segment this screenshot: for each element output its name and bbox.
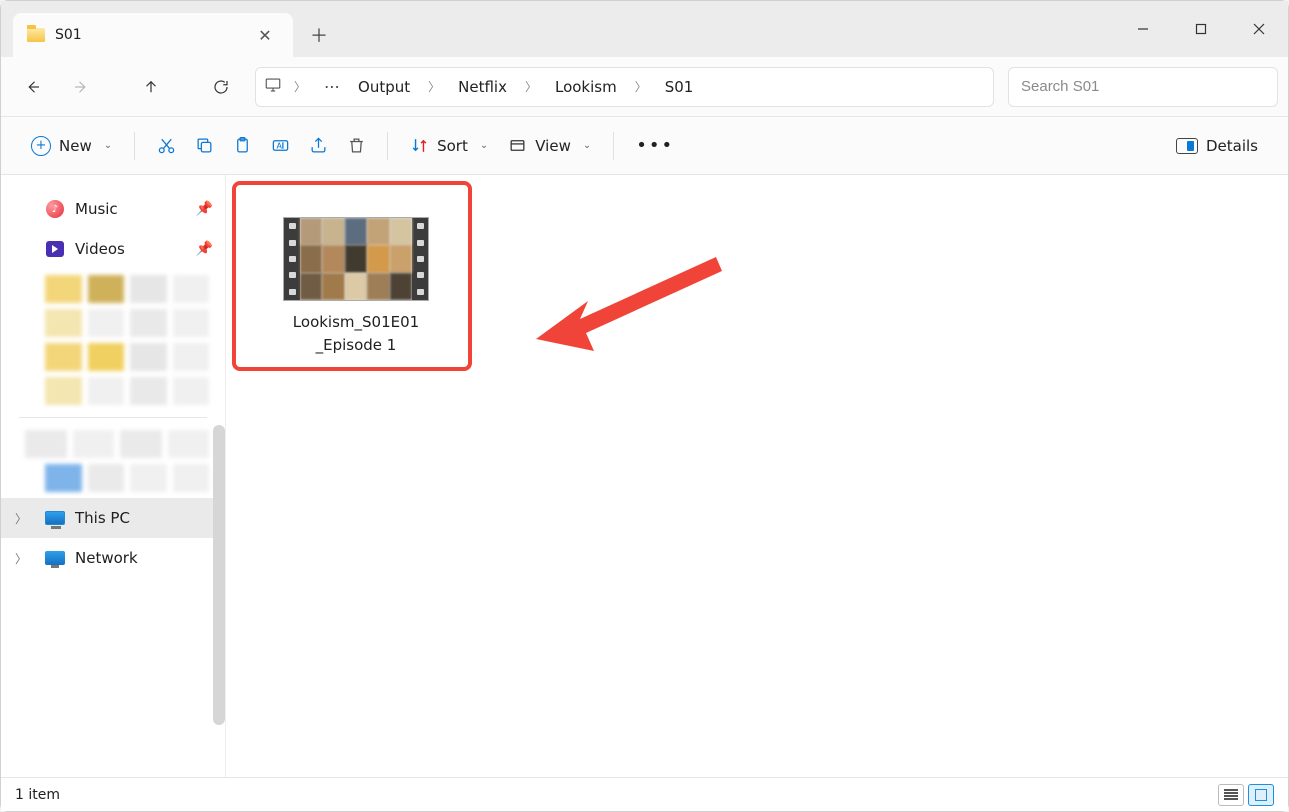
search-input[interactable] (1021, 78, 1265, 95)
redacted-item (45, 377, 209, 405)
new-button[interactable]: + New ⌄ (21, 130, 122, 162)
title-bar: S01 ✕ ＋ (1, 1, 1288, 57)
monitor-icon (264, 76, 282, 98)
tab-close-button[interactable]: ✕ (251, 26, 279, 45)
sort-button[interactable]: Sort ⌄ (400, 130, 498, 161)
videos-icon (45, 239, 65, 259)
chevron-down-icon: ⌄ (480, 140, 488, 151)
view-label: View (535, 137, 571, 155)
breadcrumb-overflow[interactable]: ⋯ (318, 77, 348, 96)
redacted-item (25, 430, 209, 458)
sidebar-item-videos[interactable]: Videos 📌 (1, 229, 225, 269)
chevron-down-icon: ⌄ (583, 140, 591, 151)
status-bar: 1 item (1, 777, 1288, 811)
nav-bar: 〉 ⋯ Output 〉 Netflix 〉 Lookism 〉 S01 (1, 57, 1288, 117)
svg-text:A: A (276, 142, 282, 151)
copy-button[interactable] (185, 136, 223, 155)
sidebar-network-label: Network (75, 549, 138, 567)
chevron-right-icon[interactable]: 〉 (15, 510, 27, 527)
breadcrumb-netflix[interactable]: Netflix (452, 78, 513, 96)
details-panel-icon (1176, 138, 1198, 154)
file-name: Lookism_S01E01 _Episode 1 (293, 311, 419, 356)
maximize-button[interactable] (1172, 1, 1230, 57)
redacted-item (45, 343, 209, 371)
command-bar: + New ⌄ A Sort ⌄ View ⌄ ••• Details (1, 117, 1288, 175)
view-button[interactable]: View ⌄ (498, 130, 601, 161)
sidebar-videos-label: Videos (75, 240, 125, 258)
refresh-button[interactable] (199, 67, 243, 107)
details-pane-button[interactable]: Details (1166, 131, 1268, 161)
plus-circle-icon: + (31, 136, 51, 156)
redacted-item (45, 309, 209, 337)
forward-button[interactable] (59, 67, 103, 107)
thumbnails-view-button[interactable] (1248, 784, 1274, 806)
delete-button[interactable] (337, 136, 375, 155)
new-label: New (59, 137, 92, 155)
rename-button[interactable]: A (261, 136, 299, 155)
filmstrip-icon (284, 218, 300, 300)
navigation-pane: Music 📌 Videos 📌 〉 This (1, 175, 226, 777)
item-count: 1 item (15, 787, 60, 803)
redacted-item (45, 275, 209, 303)
tab-current[interactable]: S01 ✕ (13, 13, 293, 57)
pc-icon (45, 508, 65, 528)
sidebar-item-music[interactable]: Music 📌 (1, 189, 225, 229)
new-tab-button[interactable]: ＋ (297, 13, 341, 57)
chevron-right-icon[interactable]: 〉 (627, 78, 655, 95)
annotation-arrow (536, 239, 736, 399)
pin-icon[interactable]: 📌 (196, 241, 213, 257)
chevron-right-icon[interactable]: 〉 (517, 78, 545, 95)
video-thumbnail (283, 217, 429, 301)
chevron-right-icon[interactable]: 〉 (286, 78, 314, 95)
chevron-down-icon: ⌄ (104, 140, 112, 151)
breadcrumb-output[interactable]: Output (352, 78, 416, 96)
share-button[interactable] (299, 136, 337, 155)
chevron-right-icon[interactable]: 〉 (15, 550, 27, 567)
up-button[interactable] (129, 67, 173, 107)
breadcrumb-lookism[interactable]: Lookism (549, 78, 623, 96)
sort-label: Sort (437, 137, 468, 155)
minimize-button[interactable] (1114, 1, 1172, 57)
file-list-area[interactable]: Lookism_S01E01 _Episode 1 (226, 175, 1288, 777)
more-button[interactable]: ••• (626, 129, 684, 162)
sidebar-item-network[interactable]: 〉 Network (1, 538, 225, 578)
redacted-item (45, 464, 209, 492)
view-switch (1218, 784, 1274, 806)
tab-title: S01 (55, 27, 241, 43)
paste-button[interactable] (223, 136, 261, 155)
sidebar-item-this-pc[interactable]: 〉 This PC (1, 498, 225, 538)
window-controls (1114, 1, 1288, 57)
file-item[interactable]: Lookism_S01E01 _Episode 1 (250, 205, 462, 372)
filmstrip-icon (412, 218, 428, 300)
address-bar[interactable]: 〉 ⋯ Output 〉 Netflix 〉 Lookism 〉 S01 (255, 67, 994, 107)
ellipsis-icon: ••• (636, 135, 674, 156)
details-label: Details (1206, 137, 1258, 155)
network-icon (45, 548, 65, 568)
chevron-right-icon[interactable]: 〉 (420, 78, 448, 95)
search-box[interactable] (1008, 67, 1278, 107)
cut-button[interactable] (147, 136, 185, 155)
main-body: Music 📌 Videos 📌 〉 This (1, 175, 1288, 777)
sidebar-thispc-label: This PC (75, 509, 130, 527)
sidebar-music-label: Music (75, 200, 118, 218)
folder-icon (27, 28, 45, 42)
close-window-button[interactable] (1230, 1, 1288, 57)
back-button[interactable] (11, 67, 55, 107)
list-icon (1224, 789, 1238, 801)
grid-icon (1255, 789, 1267, 801)
pin-icon[interactable]: 📌 (196, 201, 213, 217)
breadcrumb-s01[interactable]: S01 (659, 78, 700, 96)
details-view-button[interactable] (1218, 784, 1244, 806)
sidebar-scrollbar[interactable] (213, 425, 225, 725)
music-icon (45, 199, 65, 219)
